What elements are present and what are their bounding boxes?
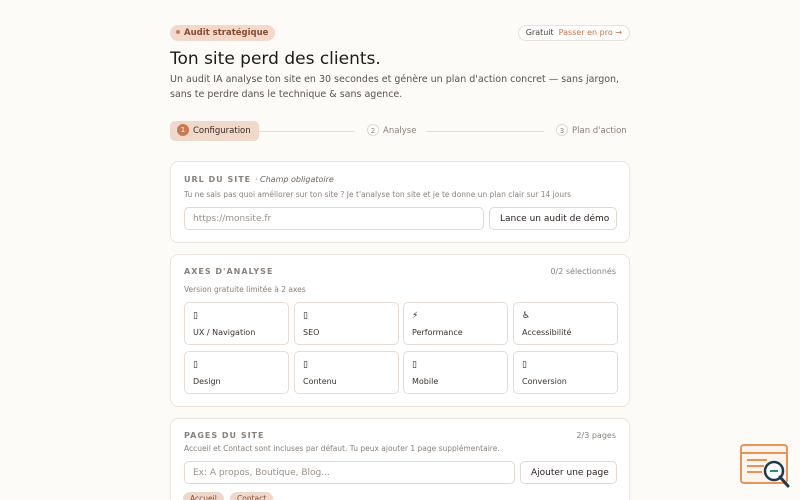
axis-accessibilite[interactable]: ♿ Accessibilité	[513, 302, 618, 345]
page-subtitle: Un audit IA analyse ton site en 30 secon…	[170, 74, 620, 100]
top-row: Audit stratégique Gratuit Passer en pro →	[170, 25, 630, 41]
lightning-icon: ⚡	[412, 311, 419, 321]
step-connector	[426, 131, 544, 132]
step-configuration[interactable]: 1 Configuration	[170, 121, 259, 141]
document-icon: ▯	[303, 360, 308, 370]
pages-card: PAGES DU SITE 2/3 pages Accueil et Conta…	[170, 418, 630, 500]
required-note: · Champ obligatoire	[254, 175, 334, 184]
demo-audit-button[interactable]: Lance un audit de démo	[489, 207, 617, 230]
plan-label: Gratuit	[525, 28, 554, 37]
upgrade-link[interactable]: Passer en pro →	[559, 28, 622, 37]
axis-contenu[interactable]: ▯ Contenu	[294, 351, 399, 394]
step-analyse[interactable]: 2 Analyse	[367, 121, 416, 141]
step-connector	[259, 131, 354, 132]
url-card-hint: Tu ne sais pas quoi améliorer sur ton si…	[184, 190, 572, 199]
pages-count: 2/3 pages	[576, 431, 616, 440]
add-page-button[interactable]: Ajouter une page	[520, 461, 617, 484]
axis-conversion[interactable]: ▯ Conversion	[513, 351, 618, 394]
page-title: Ton site perd des clients.	[170, 49, 381, 69]
step-number: 2	[367, 123, 379, 136]
axis-label: UX / Navigation	[193, 328, 256, 337]
url-card-label: URL DU SITE · Champ obligatoire	[184, 175, 334, 184]
axes-card-label: AXES D'ANALYSE	[184, 267, 274, 276]
axes-card-hint: Version gratuite limitée à 2 axes	[184, 285, 306, 294]
axis-mobile[interactable]: ▯ Mobile	[403, 351, 508, 394]
axes-card: AXES D'ANALYSE 0/2 sélectionnés Version …	[170, 254, 630, 407]
axes-count: 0/2 sélectionnés	[550, 267, 616, 276]
search-report-icon-graphic	[740, 444, 790, 488]
step-plan-action[interactable]: 3 Plan d'action	[556, 121, 627, 141]
axis-ux-navigation[interactable]: ▯ UX / Navigation	[184, 302, 289, 345]
step-number: 3	[556, 123, 568, 136]
page-chip-accueil[interactable]: Accueil	[183, 492, 224, 500]
compass-icon: ▯	[193, 311, 198, 321]
axis-label: SEO	[303, 328, 320, 337]
axis-label: Contenu	[303, 377, 337, 386]
step-label: Analyse	[383, 126, 417, 136]
page-chip-contact[interactable]: Contact	[230, 492, 274, 500]
url-input[interactable]	[184, 207, 484, 230]
step-label: Plan d'action	[572, 126, 627, 136]
accessibility-icon: ♿	[522, 311, 531, 321]
search-report-icon[interactable]	[740, 444, 792, 490]
audit-badge: Audit stratégique	[170, 25, 276, 41]
axis-seo[interactable]: ▯ SEO	[294, 302, 399, 345]
palette-icon: ▯	[193, 360, 198, 370]
url-card-title: URL DU SITE	[184, 175, 252, 184]
axis-label: Accessibilité	[522, 328, 572, 337]
step-number: 1	[177, 123, 189, 136]
audit-badge-label: Audit stratégique	[184, 28, 269, 38]
pages-card-hint: Accueil et Contact sont incluses par déf…	[184, 444, 500, 453]
badge-dot-icon	[176, 29, 180, 34]
target-icon: ▯	[522, 360, 527, 370]
stepper: 1 Configuration 2 Analyse 3 Plan d'action	[170, 121, 630, 141]
plan-pill: Gratuit Passer en pro →	[517, 25, 630, 41]
axis-label: Design	[193, 377, 221, 386]
page-name-input[interactable]	[184, 461, 515, 484]
axis-label: Mobile	[412, 377, 439, 386]
mobile-icon: ▯	[412, 360, 417, 370]
axis-label: Performance	[412, 328, 463, 337]
pages-card-label: PAGES DU SITE	[184, 431, 265, 440]
step-label: Configuration	[193, 126, 251, 136]
search-icon: ▯	[303, 311, 308, 321]
axis-performance[interactable]: ⚡ Performance	[403, 302, 508, 345]
axis-label: Conversion	[522, 377, 567, 386]
axis-design[interactable]: ▯ Design	[184, 351, 289, 394]
url-card: URL DU SITE · Champ obligatoire Tu ne sa…	[170, 161, 630, 243]
